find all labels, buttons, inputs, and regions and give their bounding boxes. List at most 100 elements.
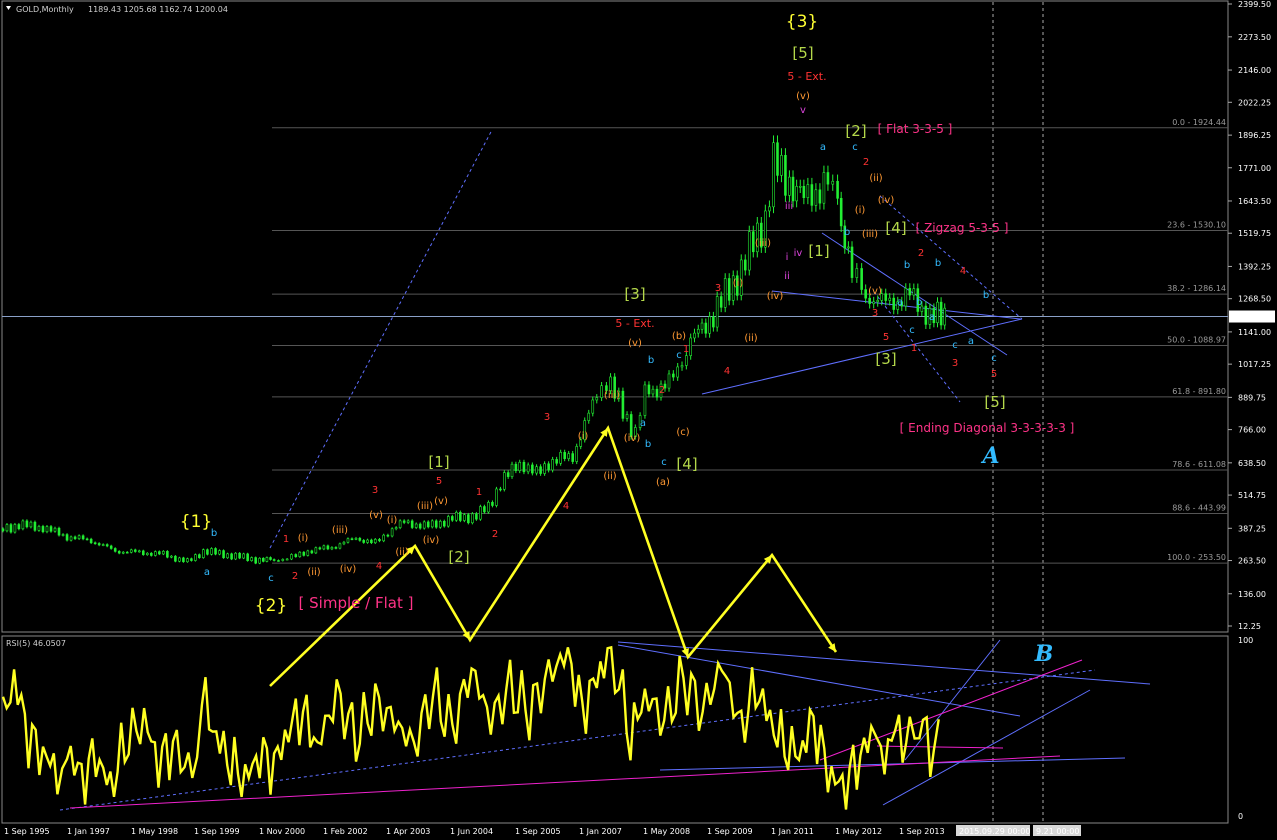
small-wave-label: 5 xyxy=(991,369,997,380)
small-wave-label: b xyxy=(983,290,989,301)
candle-body xyxy=(29,521,33,528)
wave-label: 5 - Ext. xyxy=(615,317,654,330)
candle-body xyxy=(386,534,390,537)
small-wave-label: (ii) xyxy=(395,547,408,558)
candle-body xyxy=(495,488,498,506)
candle-body xyxy=(855,268,859,278)
small-wave-label: (iv) xyxy=(624,433,641,444)
candle-body xyxy=(65,534,69,541)
chart-svg[interactable]: 0.0 - 1924.44 23.6 - 1530.10 38.2 - 1286.1… xyxy=(0,0,1277,840)
candle-body xyxy=(571,453,575,462)
candle-body xyxy=(491,502,494,506)
wave-label: [4] xyxy=(676,455,697,473)
candle-body xyxy=(503,472,506,490)
candle-body xyxy=(514,463,518,472)
candle-body xyxy=(696,328,700,334)
date-cursor-label: 9.21 00:00 xyxy=(1036,827,1079,836)
candle-body xyxy=(814,189,818,206)
wave-label: {1} xyxy=(180,512,212,532)
candle-body xyxy=(936,301,939,324)
candle-body xyxy=(647,384,651,395)
small-wave-label: 5 xyxy=(436,476,442,487)
price-tick-label: 2022.25 xyxy=(1238,98,1271,107)
candle-body xyxy=(45,526,49,533)
candle-body xyxy=(868,297,871,304)
price-tick-label: 1643.50 xyxy=(1238,197,1271,206)
candle-body xyxy=(109,545,113,549)
candle-body xyxy=(298,551,302,558)
candle-body xyxy=(9,524,13,533)
small-wave-label: (ii) xyxy=(307,567,320,578)
candle-body xyxy=(872,301,875,304)
candle-body xyxy=(595,397,599,401)
fib-level-label: 61.8 - 891.80 xyxy=(1172,387,1226,396)
candle-body xyxy=(600,385,603,398)
candle-body xyxy=(77,535,81,539)
candle-body xyxy=(190,558,193,561)
candle-body xyxy=(61,534,65,536)
candle-body xyxy=(850,246,854,278)
candle-body xyxy=(864,289,867,299)
date-tick-label: 1 May 2012 xyxy=(835,827,882,836)
candle-body xyxy=(719,296,723,308)
candle-body xyxy=(210,548,213,555)
candle-body xyxy=(655,388,659,398)
date-tick-label: 1 Sep 2013 xyxy=(899,827,945,836)
small-wave-label: (iv) xyxy=(340,564,357,575)
candle-body xyxy=(510,463,514,477)
candle-body xyxy=(226,553,229,559)
candle-body xyxy=(459,511,462,521)
price-tick-label: 2146.00 xyxy=(1238,66,1271,75)
price-tick-label: 1771.00 xyxy=(1238,164,1271,173)
small-wave-label: (v) xyxy=(628,338,642,349)
candle-body xyxy=(218,550,221,555)
candle-body xyxy=(242,553,245,559)
candle-body xyxy=(414,523,418,528)
ohlc-values: 1189.43 1205.68 1162.74 1200.04 xyxy=(88,5,228,14)
small-wave-label: (i) xyxy=(387,515,398,526)
candle-body xyxy=(784,155,787,196)
date-tick-label: 1 Sep 2005 xyxy=(515,827,561,836)
candle-body xyxy=(334,547,338,549)
candle-body xyxy=(463,514,466,521)
candle-body xyxy=(559,452,562,464)
wave-degree-glyph: A xyxy=(980,443,999,469)
candle-body xyxy=(795,186,798,202)
candle-body xyxy=(133,549,137,552)
candle-body xyxy=(672,373,675,378)
candle-body xyxy=(715,296,719,328)
candle-body xyxy=(712,316,715,328)
wave-label: [ Simple / Flat ] xyxy=(299,594,414,612)
small-wave-label: iii xyxy=(785,201,793,212)
wave-label: [ Ending Diagonal 3-3-3-3-3 ] xyxy=(900,421,1075,435)
candle-body xyxy=(198,554,201,558)
candle-body xyxy=(366,539,369,543)
candle-body xyxy=(826,172,830,185)
candle-body xyxy=(117,551,121,554)
wave-label: [1] xyxy=(428,453,449,471)
small-wave-label: 1 xyxy=(283,534,289,545)
small-wave-label: (iii) xyxy=(604,390,620,401)
small-wave-label: 3 xyxy=(715,283,721,294)
date-tick-label: 1 Nov 2000 xyxy=(259,827,305,836)
candle-body xyxy=(73,536,77,539)
candle-body xyxy=(704,322,708,334)
price-tick-label: 1896.25 xyxy=(1238,131,1271,140)
date-tick-label: 1 May 1998 xyxy=(131,827,178,836)
candle-body xyxy=(451,516,454,521)
candle-body xyxy=(338,543,342,549)
small-wave-label: (v) xyxy=(369,510,383,521)
wave-label: 5 - Ext. xyxy=(787,70,826,83)
small-wave-label: c xyxy=(268,573,274,584)
small-wave-label: a xyxy=(897,297,903,308)
candle-body xyxy=(302,551,306,556)
candle-body xyxy=(33,521,37,531)
candle-body xyxy=(422,521,426,529)
price-tick-label: 1268.50 xyxy=(1238,295,1271,304)
candle-body xyxy=(847,246,850,249)
candle-body xyxy=(265,557,269,562)
candle-body xyxy=(350,538,354,541)
candle-body xyxy=(258,557,261,564)
candle-body xyxy=(892,297,896,310)
candle-body xyxy=(158,551,161,555)
